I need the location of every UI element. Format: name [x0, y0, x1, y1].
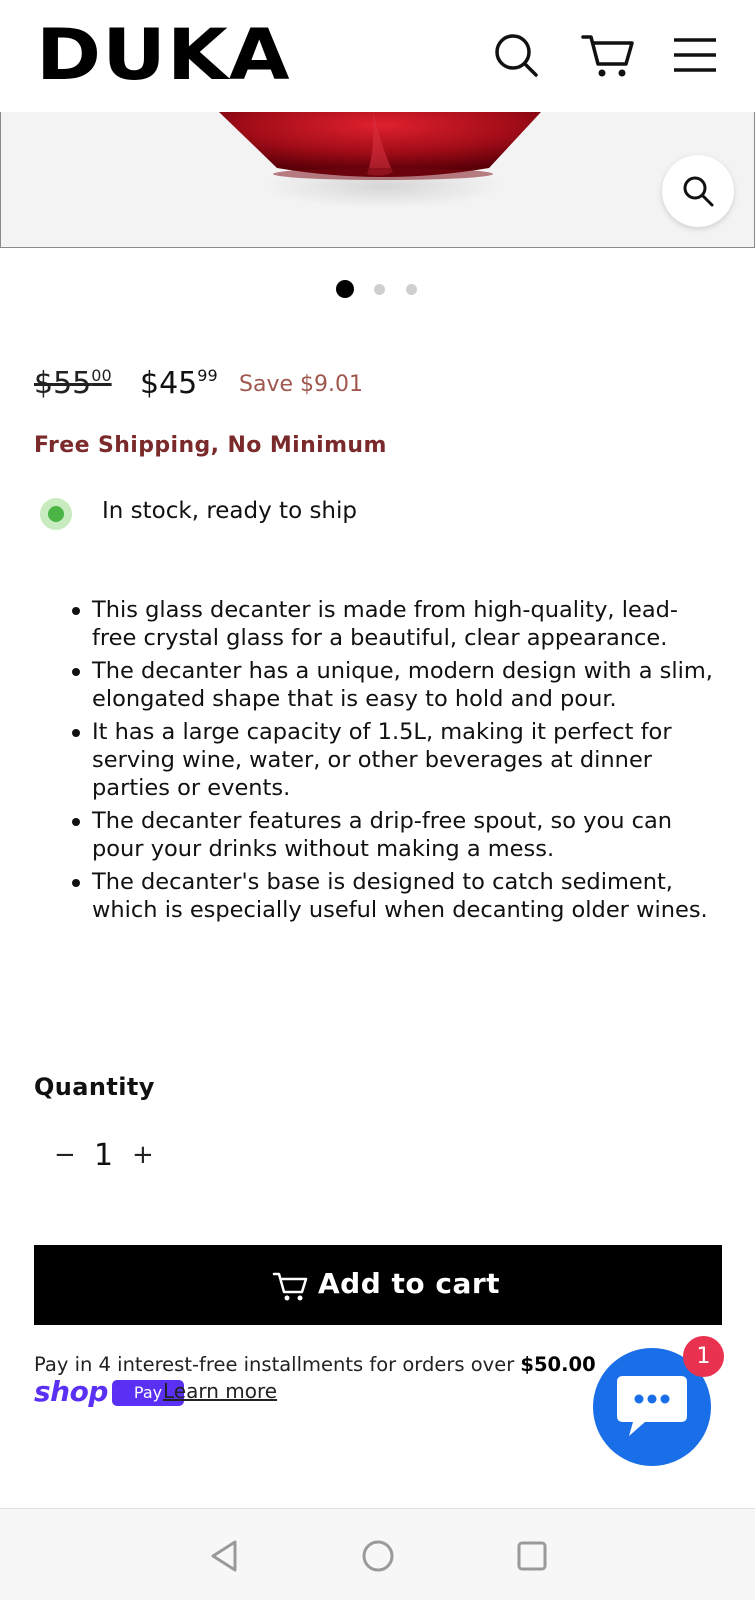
chat-notification-badge: 1 — [683, 1336, 724, 1377]
chat-icon — [617, 1376, 687, 1436]
quantity-input[interactable]: 1 — [94, 1138, 113, 1173]
back-icon[interactable] — [205, 1536, 245, 1576]
product-image[interactable] — [0, 112, 755, 248]
slide-dot-1[interactable] — [336, 280, 354, 298]
slide-dot-2[interactable] — [374, 284, 385, 295]
description-item: The decanter features a drip-free spout,… — [70, 807, 720, 863]
slide-dot-3[interactable] — [406, 284, 417, 295]
quantity-label: Quantity — [34, 1073, 155, 1101]
cart-icon — [272, 1272, 308, 1301]
add-to-cart-button[interactable]: Add to cart — [34, 1245, 722, 1325]
home-icon[interactable] — [358, 1536, 398, 1576]
learn-more-link[interactable]: Learn more — [163, 1379, 277, 1403]
recents-icon[interactable] — [512, 1536, 552, 1576]
brand-logo[interactable]: DUKA — [36, 20, 291, 90]
add-to-cart-label: Add to cart — [318, 1267, 501, 1300]
savings-label: Save $9.01 — [239, 372, 363, 397]
zoom-icon — [683, 176, 714, 207]
shop-pay-wordmark: shop — [34, 1375, 108, 1408]
quantity-stepper: − 1 + — [48, 1138, 168, 1180]
in-stock-indicator-icon — [40, 498, 72, 530]
site-header: DUKA — [0, 0, 755, 112]
description-item: It has a large capacity of 1.5L, making … — [70, 718, 720, 802]
cart-icon[interactable] — [580, 28, 636, 84]
quantity-increase-button[interactable]: + — [132, 1140, 154, 1170]
menu-icon[interactable] — [666, 28, 722, 84]
description-item: This glass decanter is made from high-qu… — [70, 596, 720, 652]
quantity-decrease-button[interactable]: − — [54, 1140, 76, 1170]
product-description: This glass decanter is made from high-qu… — [70, 596, 720, 929]
original-price: $5500 — [34, 366, 112, 401]
installments-text: Pay in 4 interest-free installments for … — [34, 1353, 596, 1376]
sale-price: $4599 — [140, 366, 218, 401]
search-icon[interactable] — [488, 28, 544, 84]
zoom-button[interactable] — [662, 155, 734, 227]
system-navigation-bar — [0, 1508, 755, 1600]
description-item: The decanter has a unique, modern design… — [70, 657, 720, 713]
description-item: The decanter's base is designed to catch… — [70, 868, 720, 924]
shipping-note: Free Shipping, No Minimum — [34, 433, 387, 458]
stock-text: In stock, ready to ship — [102, 498, 357, 524]
